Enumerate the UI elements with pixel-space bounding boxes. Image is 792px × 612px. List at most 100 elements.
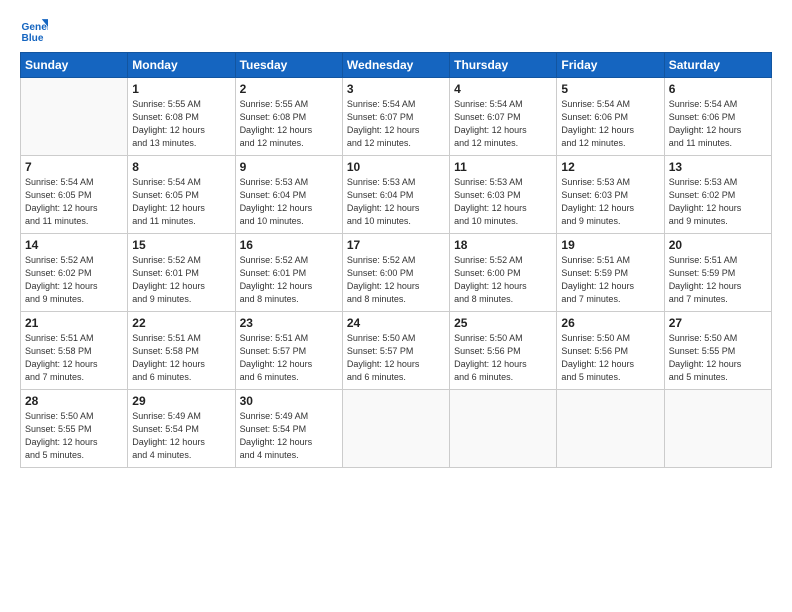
calendar-table: SundayMondayTuesdayWednesdayThursdayFrid…	[20, 52, 772, 468]
cell-info: Sunrise: 5:50 AMSunset: 5:55 PMDaylight:…	[669, 332, 767, 384]
cell-info: Sunrise: 5:51 AMSunset: 5:57 PMDaylight:…	[240, 332, 338, 384]
calendar-cell: 20 Sunrise: 5:51 AMSunset: 5:59 PMDayligh…	[664, 234, 771, 312]
header-sunday: Sunday	[21, 53, 128, 78]
cell-info: Sunrise: 5:53 AMSunset: 6:04 PMDaylight:…	[240, 176, 338, 228]
day-number: 20	[669, 238, 767, 252]
cell-info: Sunrise: 5:54 AMSunset: 6:07 PMDaylight:…	[454, 98, 552, 150]
calendar-cell: 1Sunrise: 5:55 AMSunset: 6:08 PMDaylight…	[128, 78, 235, 156]
day-number: 4	[454, 82, 552, 96]
cell-info: Sunrise: 5:54 AMSunset: 6:05 PMDaylight:…	[132, 176, 230, 228]
day-number: 16	[240, 238, 338, 252]
day-number: 23	[240, 316, 338, 330]
calendar-cell: 15 Sunrise: 5:52 AMSunset: 6:01 PMDayligh…	[128, 234, 235, 312]
calendar-cell: 3 Sunrise: 5:54 AMSunset: 6:07 PMDaylight…	[342, 78, 449, 156]
cell-info: Sunrise: 5:52 AMSunset: 6:00 PMDaylight:…	[454, 254, 552, 306]
calendar-cell: 19 Sunrise: 5:51 AMSunset: 5:59 PMDayligh…	[557, 234, 664, 312]
calendar-cell	[21, 78, 128, 156]
calendar-cell: 5 Sunrise: 5:54 AMSunset: 6:06 PMDaylight…	[557, 78, 664, 156]
header: General Blue	[20, 16, 772, 44]
day-number: 11	[454, 160, 552, 174]
cell-info: Sunrise: 5:49 AMSunset: 5:54 PMDaylight:…	[132, 410, 230, 462]
cell-info: Sunrise: 5:50 AMSunset: 5:56 PMDaylight:…	[561, 332, 659, 384]
day-number: 22	[132, 316, 230, 330]
header-saturday: Saturday	[664, 53, 771, 78]
cell-info: Sunrise: 5:50 AMSunset: 5:55 PMDaylight:…	[25, 410, 123, 462]
cell-info: Sunrise: 5:54 AMSunset: 6:06 PMDaylight:…	[561, 98, 659, 150]
day-number: 10	[347, 160, 445, 174]
cell-info: Sunrise: 5:53 AMSunset: 6:03 PMDaylight:…	[561, 176, 659, 228]
calendar-cell: 4 Sunrise: 5:54 AMSunset: 6:07 PMDaylight…	[450, 78, 557, 156]
calendar-cell: 10 Sunrise: 5:53 AMSunset: 6:04 PMDayligh…	[342, 156, 449, 234]
calendar-cell: 14 Sunrise: 5:52 AMSunset: 6:02 PMDayligh…	[21, 234, 128, 312]
day-number: 30	[240, 394, 338, 408]
day-number: 29	[132, 394, 230, 408]
cell-info: Sunrise: 5:51 AMSunset: 5:58 PMDaylight:…	[132, 332, 230, 384]
day-number: 2	[240, 82, 338, 96]
calendar-cell: 26 Sunrise: 5:50 AMSunset: 5:56 PMDayligh…	[557, 312, 664, 390]
day-number: 27	[669, 316, 767, 330]
week-row-2: 14 Sunrise: 5:52 AMSunset: 6:02 PMDayligh…	[21, 234, 772, 312]
calendar-cell: 6 Sunrise: 5:54 AMSunset: 6:06 PMDaylight…	[664, 78, 771, 156]
day-number: 5	[561, 82, 659, 96]
cell-info: Sunrise: 5:52 AMSunset: 6:02 PMDaylight:…	[25, 254, 123, 306]
calendar-cell: 16 Sunrise: 5:52 AMSunset: 6:01 PMDayligh…	[235, 234, 342, 312]
day-number: 6	[669, 82, 767, 96]
cell-info: Sunrise: 5:51 AMSunset: 5:59 PMDaylight:…	[561, 254, 659, 306]
week-row-3: 21Sunrise: 5:51 AMSunset: 5:58 PMDayligh…	[21, 312, 772, 390]
day-number: 19	[561, 238, 659, 252]
calendar-cell: 23 Sunrise: 5:51 AMSunset: 5:57 PMDayligh…	[235, 312, 342, 390]
logo: General Blue	[20, 16, 52, 44]
svg-text:Blue: Blue	[22, 33, 44, 44]
cell-info: Sunrise: 5:51 AMSunset: 5:59 PMDaylight:…	[669, 254, 767, 306]
cell-info: Sunrise: 5:52 AMSunset: 6:01 PMDaylight:…	[132, 254, 230, 306]
calendar-cell: 11Sunrise: 5:53 AMSunset: 6:03 PMDayligh…	[450, 156, 557, 234]
cell-info: Sunrise: 5:53 AMSunset: 6:04 PMDaylight:…	[347, 176, 445, 228]
day-number: 3	[347, 82, 445, 96]
day-number: 25	[454, 316, 552, 330]
calendar-cell: 2 Sunrise: 5:55 AMSunset: 6:08 PMDaylight…	[235, 78, 342, 156]
day-number: 28	[25, 394, 123, 408]
calendar-cell: 13 Sunrise: 5:53 AMSunset: 6:02 PMDayligh…	[664, 156, 771, 234]
calendar-cell: 18Sunrise: 5:52 AMSunset: 6:00 PMDayligh…	[450, 234, 557, 312]
header-thursday: Thursday	[450, 53, 557, 78]
calendar-cell: 7Sunrise: 5:54 AMSunset: 6:05 PMDaylight…	[21, 156, 128, 234]
header-wednesday: Wednesday	[342, 53, 449, 78]
week-row-1: 7Sunrise: 5:54 AMSunset: 6:05 PMDaylight…	[21, 156, 772, 234]
cell-info: Sunrise: 5:55 AMSunset: 6:08 PMDaylight:…	[240, 98, 338, 150]
cell-info: Sunrise: 5:54 AMSunset: 6:05 PMDaylight:…	[25, 176, 123, 228]
calendar-cell: 25Sunrise: 5:50 AMSunset: 5:56 PMDayligh…	[450, 312, 557, 390]
cell-info: Sunrise: 5:52 AMSunset: 6:01 PMDaylight:…	[240, 254, 338, 306]
logo-icon: General Blue	[20, 16, 48, 44]
cell-info: Sunrise: 5:54 AMSunset: 6:06 PMDaylight:…	[669, 98, 767, 150]
cell-info: Sunrise: 5:50 AMSunset: 5:57 PMDaylight:…	[347, 332, 445, 384]
day-number: 8	[132, 160, 230, 174]
calendar-cell: 17Sunrise: 5:52 AMSunset: 6:00 PMDayligh…	[342, 234, 449, 312]
week-row-4: 28 Sunrise: 5:50 AMSunset: 5:55 PMDayligh…	[21, 390, 772, 468]
day-number: 26	[561, 316, 659, 330]
calendar-cell: 12 Sunrise: 5:53 AMSunset: 6:03 PMDayligh…	[557, 156, 664, 234]
calendar-cell: 28 Sunrise: 5:50 AMSunset: 5:55 PMDayligh…	[21, 390, 128, 468]
day-number: 13	[669, 160, 767, 174]
day-number: 15	[132, 238, 230, 252]
cell-info: Sunrise: 5:51 AMSunset: 5:58 PMDaylight:…	[25, 332, 123, 384]
calendar-cell: 24 Sunrise: 5:50 AMSunset: 5:57 PMDayligh…	[342, 312, 449, 390]
cell-info: Sunrise: 5:53 AMSunset: 6:02 PMDaylight:…	[669, 176, 767, 228]
cell-info: Sunrise: 5:55 AMSunset: 6:08 PMDaylight:…	[132, 98, 230, 150]
cell-info: Sunrise: 5:54 AMSunset: 6:07 PMDaylight:…	[347, 98, 445, 150]
calendar-cell: 29 Sunrise: 5:49 AMSunset: 5:54 PMDayligh…	[128, 390, 235, 468]
calendar-cell	[450, 390, 557, 468]
header-tuesday: Tuesday	[235, 53, 342, 78]
header-friday: Friday	[557, 53, 664, 78]
header-monday: Monday	[128, 53, 235, 78]
day-number: 12	[561, 160, 659, 174]
calendar-cell: 30Sunrise: 5:49 AMSunset: 5:54 PMDayligh…	[235, 390, 342, 468]
day-number: 17	[347, 238, 445, 252]
calendar-cell	[557, 390, 664, 468]
svg-text:General: General	[22, 22, 48, 33]
day-number: 24	[347, 316, 445, 330]
calendar-header-row: SundayMondayTuesdayWednesdayThursdayFrid…	[21, 53, 772, 78]
day-number: 9	[240, 160, 338, 174]
day-number: 14	[25, 238, 123, 252]
calendar-cell: 22 Sunrise: 5:51 AMSunset: 5:58 PMDayligh…	[128, 312, 235, 390]
calendar-cell	[664, 390, 771, 468]
